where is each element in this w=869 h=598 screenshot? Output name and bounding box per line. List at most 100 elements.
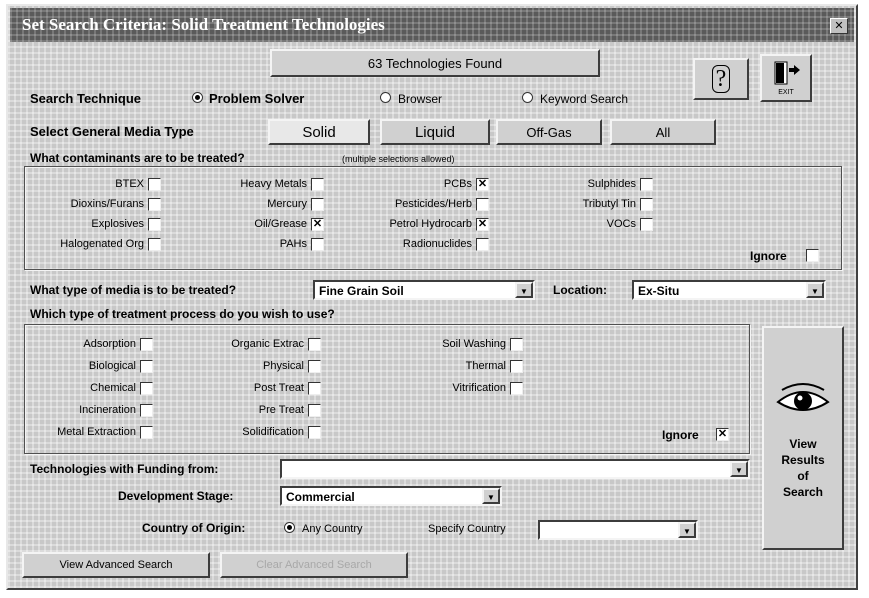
funding-label: Technologies with Funding from: [30,462,219,476]
media-treated-dropdown-icon[interactable]: ▼ [515,282,533,298]
search-criteria-window: Set Search Criteria: Solid Treatment Tec… [6,4,858,590]
view-results-text: View Results of Search [764,436,842,500]
contaminant-btex-checkbox[interactable] [148,178,161,191]
process-adsorption-checkbox[interactable] [140,338,153,351]
location-dropdown-icon[interactable]: ▼ [806,282,824,298]
contaminant-mercury-label: Mercury [267,198,307,210]
process-pre-treat-label: Pre Treat [258,404,304,416]
process-solidification-label: Solidification [242,426,304,438]
contaminants-ignore-checkbox[interactable] [806,249,819,262]
contaminant-pesticides-checkbox[interactable] [476,198,489,211]
process-metal-extraction-checkbox[interactable] [140,426,153,439]
media-treated-select[interactable]: Fine Grain Soil ▼ [313,280,535,300]
technologies-found-panel: 63 Technologies Found [270,49,600,77]
contaminant-tributyl-checkbox[interactable] [640,198,653,211]
radio-browser[interactable] [380,92,391,103]
process-label: Which type of treatment process do you w… [30,307,335,321]
process-organic-extrac-checkbox[interactable] [308,338,321,351]
development-stage-value: Commercial [286,490,355,504]
process-vitrification-checkbox[interactable] [510,382,523,395]
process-metal-extraction-label: Metal Extraction [57,426,136,438]
funding-dropdown-icon[interactable]: ▼ [730,461,748,477]
view-results-button[interactable]: View Results of Search [762,326,844,550]
contaminant-vocs-label: VOCs [606,218,636,230]
contaminant-pcbs-label: PCBs [443,178,472,190]
location-value: Ex-Situ [638,284,680,298]
process-ignore-label: Ignore [662,428,699,442]
process-thermal-label: Thermal [465,360,506,372]
contaminant-dioxins-checkbox[interactable] [148,198,161,211]
process-physical-checkbox[interactable] [308,360,321,373]
contaminant-radionuclides-checkbox[interactable] [476,238,489,251]
view-results-line2: Results [781,453,825,467]
contaminant-radionuclides-label: Radionuclides [402,238,472,250]
process-soil-washing-label: Soil Washing [442,338,506,350]
contaminant-sulphides-label: Sulphides [587,178,636,190]
media-all-button[interactable]: All [610,119,716,145]
process-physical-label: Physical [263,360,304,372]
process-soil-washing-checkbox[interactable] [510,338,523,351]
eye-icon [776,383,830,411]
specify-country-label: Specify Country [428,523,506,535]
process-post-treat-label: Post Treat [253,382,304,394]
contaminants-label: What contaminants are to be treated? [30,151,245,165]
contaminant-halogenated-label: Halogenated Org [60,238,144,250]
radio-problem-solver[interactable] [192,92,203,103]
help-button[interactable]: ? [693,58,749,100]
contaminant-pesticides-label: Pesticides/Herb [394,198,472,210]
view-advanced-search-button[interactable]: View Advanced Search [22,552,210,578]
contaminant-halogenated-checkbox[interactable] [148,238,161,251]
radio-keyword-search-label: Keyword Search [540,92,629,106]
contaminants-ignore-label: Ignore [750,249,787,263]
exit-button[interactable]: EXIT [760,54,812,102]
development-stage-dropdown-icon[interactable]: ▼ [482,488,500,504]
clear-advanced-search-button[interactable]: Clear Advanced Search [220,552,408,578]
radio-problem-solver-label: Problem Solver [209,91,305,106]
contaminant-explosives-checkbox[interactable] [148,218,161,231]
specify-country-dropdown-icon[interactable]: ▼ [678,522,696,538]
contaminant-oil-grease-checkbox[interactable]: ✕ [311,218,324,231]
process-ignore-checkbox[interactable]: ✕ [716,428,729,441]
contaminant-pahs-checkbox[interactable] [311,238,324,251]
country-origin-label: Country of Origin: [142,521,246,535]
contaminant-heavy-metals-label: Heavy Metals [240,178,307,190]
process-biological-label: Biological [88,360,136,372]
process-chemical-checkbox[interactable] [140,382,153,395]
process-biological-checkbox[interactable] [140,360,153,373]
close-button[interactable]: ✕ [830,18,848,34]
process-thermal-checkbox[interactable] [510,360,523,373]
media-solid-button[interactable]: Solid [268,119,370,145]
media-offgas-button[interactable]: Off-Gas [496,119,602,145]
contaminant-petrol-checkbox[interactable]: ✕ [476,218,489,231]
radio-any-country[interactable] [284,522,295,533]
title-bar: Set Search Criteria: Solid Treatment Tec… [10,8,854,42]
media-treated-label: What type of media is to be treated? [30,283,237,297]
process-vitrification-label: Vitrification [452,382,506,394]
contaminant-pcbs-checkbox[interactable]: ✕ [476,178,489,191]
media-type-label: Select General Media Type [30,124,194,139]
funding-select[interactable]: ▼ [280,459,750,479]
search-technique-label: Search Technique [30,91,142,106]
contaminants-hint: (multiple selections allowed) [342,154,455,164]
radio-browser-label: Browser [398,92,443,106]
contaminant-mercury-checkbox[interactable] [311,198,324,211]
radio-keyword-search[interactable] [522,92,533,103]
exit-label: EXIT [778,89,794,96]
contaminant-tributyl-label: Tributyl Tin [582,198,636,210]
location-select[interactable]: Ex-Situ ▼ [632,280,826,300]
media-liquid-button[interactable]: Liquid [380,119,490,145]
contaminant-sulphides-checkbox[interactable] [640,178,653,191]
contaminant-explosives-label: Explosives [91,218,144,230]
process-solidification-checkbox[interactable] [308,426,321,439]
contaminant-vocs-checkbox[interactable] [640,218,653,231]
view-results-line3: of [797,469,809,483]
development-stage-select[interactable]: Commercial ▼ [280,486,502,506]
contaminant-dioxins-label: Dioxins/Furans [70,198,144,210]
process-pre-treat-checkbox[interactable] [308,404,321,417]
process-incineration-checkbox[interactable] [140,404,153,417]
specify-country-select[interactable]: ▼ [538,520,698,540]
process-post-treat-checkbox[interactable] [308,382,321,395]
contaminant-oil-grease-label: Oil/Grease [254,218,307,230]
process-organic-extrac-label: Organic Extrac [231,338,304,350]
contaminant-heavy-metals-checkbox[interactable] [311,178,324,191]
